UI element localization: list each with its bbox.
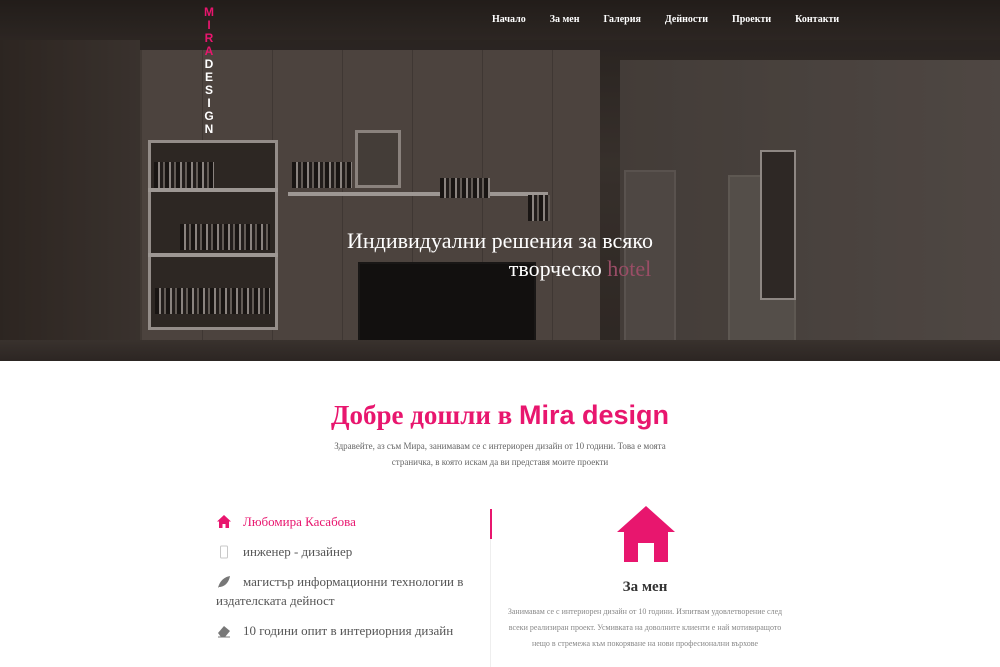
- nav-item-contacts[interactable]: Контакти: [783, 14, 851, 25]
- hero-headline: Индивидуални решения за всяко творческо …: [300, 227, 700, 283]
- nav-item-projects[interactable]: Проекти: [720, 14, 783, 25]
- about-text: Занимавам се с интериорен дизайн от 10 г…: [507, 607, 783, 648]
- hero-headline-line2: творческо hotel: [508, 256, 652, 281]
- info-list: Любомира Касабова инженер - дизайнер маг…: [216, 512, 476, 651]
- hero-section: M I R A D E S I G N Начало За мен Галери…: [0, 0, 1000, 361]
- site-logo[interactable]: M I R A D E S I G N: [200, 6, 218, 136]
- nav-item-activities[interactable]: Дейности: [653, 14, 720, 25]
- hero-headline-accent: hotel: [607, 256, 652, 281]
- info-item-profession: инженер - дизайнер: [216, 542, 476, 561]
- welcome-text: Здравейте, аз съм Мира, занимавам се с и…: [334, 441, 666, 467]
- nav-item-home[interactable]: Начало: [480, 14, 538, 25]
- welcome-brand: Mira design: [519, 400, 670, 430]
- eraser-icon: [218, 626, 230, 638]
- house-icon: [617, 506, 675, 562]
- hero-headline-line1: Индивидуални решения за всяко: [347, 228, 653, 253]
- welcome-title: Добре дошли в Mira design: [330, 400, 670, 430]
- leaf-icon: [218, 576, 230, 588]
- home-icon: [217, 515, 231, 528]
- nav-item-about[interactable]: За мен: [538, 14, 592, 25]
- info-item-name: Любомира Касабова: [216, 512, 476, 531]
- nav-item-gallery[interactable]: Галерия: [592, 14, 653, 25]
- section-divider-accent: [490, 509, 492, 539]
- about-title: За мен: [622, 579, 668, 595]
- section-divider: [490, 539, 491, 667]
- hero-overlay: [0, 0, 1000, 361]
- logo-mira: M I R A: [204, 5, 214, 58]
- logo-design: D E S I G N: [204, 57, 214, 136]
- info-item-education: магистър информационни технологии в изда…: [216, 574, 464, 608]
- info-item-experience: 10 години опит в интериорния дизайн: [216, 621, 476, 640]
- main-nav: Начало За мен Галерия Дейности Проекти К…: [480, 14, 851, 25]
- mobile-icon: [220, 545, 228, 559]
